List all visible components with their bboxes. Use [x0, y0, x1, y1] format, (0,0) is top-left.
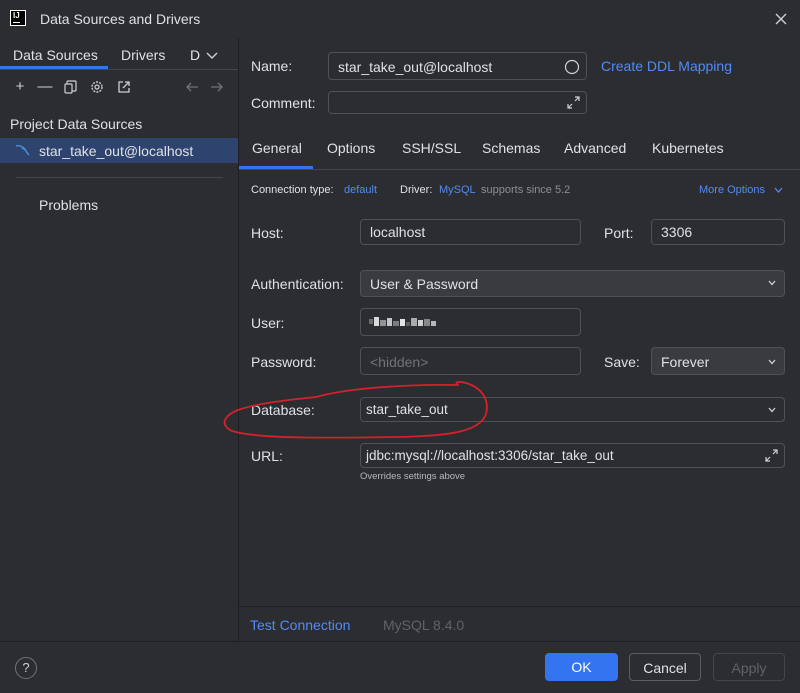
- url-input[interactable]: jdbc:mysql://localhost:3306/star_take_ou…: [360, 443, 785, 468]
- driver-value[interactable]: MySQL: [439, 184, 476, 196]
- comment-label: Comment:: [251, 95, 316, 111]
- authentication-select[interactable]: User & Password: [360, 270, 785, 297]
- name-input[interactable]: star_take_out@localhost: [328, 52, 587, 80]
- tab-advanced[interactable]: Advanced: [564, 140, 626, 156]
- comment-input[interactable]: [328, 91, 587, 114]
- database-label: Database:: [251, 402, 315, 418]
- back-arrow-icon[interactable]: [185, 81, 199, 93]
- driver-label: Driver:: [400, 184, 433, 196]
- user-label: User:: [251, 315, 285, 331]
- chevron-down-icon[interactable]: [774, 187, 783, 194]
- connection-type-value[interactable]: default: [344, 184, 377, 196]
- port-input[interactable]: 3306: [651, 219, 785, 245]
- server-version: MySQL 8.4.0: [383, 617, 465, 633]
- driver-note: supports since 5.2: [481, 184, 571, 196]
- tab-ssh-ssl[interactable]: SSH/SSL: [402, 140, 461, 156]
- url-label: URL:: [251, 448, 283, 464]
- save-select[interactable]: Forever: [651, 347, 785, 375]
- help-button[interactable]: ?: [15, 657, 37, 679]
- tab-drivers[interactable]: Drivers: [121, 47, 165, 63]
- redacted-username: [369, 317, 436, 326]
- host-label: Host:: [251, 225, 284, 241]
- create-ddl-mapping-link[interactable]: Create DDL Mapping: [601, 58, 732, 74]
- name-label: Name:: [251, 58, 293, 74]
- data-source-label: star_take_out@localhost: [39, 143, 194, 159]
- intellij-app-icon: IJ: [10, 10, 26, 26]
- host-input[interactable]: localhost: [360, 219, 581, 245]
- connection-type-label: Connection type:: [251, 184, 334, 196]
- forward-arrow-icon[interactable]: [210, 81, 224, 93]
- more-options-link[interactable]: More Options: [699, 184, 765, 196]
- user-input[interactable]: [360, 308, 581, 336]
- save-label: Save:: [604, 354, 640, 370]
- url-note: Overrides settings above: [360, 471, 466, 482]
- jump-to-icon[interactable]: [117, 80, 131, 94]
- project-data-sources-heading: Project Data Sources: [10, 116, 143, 132]
- password-label: Password:: [251, 354, 317, 370]
- problems-item[interactable]: Problems: [39, 197, 98, 213]
- tabs-divider: [239, 169, 800, 170]
- gear-icon[interactable]: [90, 80, 104, 94]
- ok-button[interactable]: OK: [545, 653, 618, 681]
- port-label: Port:: [604, 225, 634, 241]
- chevron-down-icon[interactable]: [206, 51, 218, 61]
- test-connection-link[interactable]: Test Connection: [250, 617, 350, 633]
- chevron-down-icon: [768, 280, 776, 286]
- apply-button[interactable]: Apply: [713, 653, 785, 681]
- tab-general[interactable]: General: [252, 140, 302, 156]
- tab-overflow[interactable]: D: [190, 47, 200, 63]
- password-input[interactable]: <hidden>: [360, 347, 581, 375]
- expand-icon[interactable]: [765, 449, 778, 462]
- remove-icon[interactable]: —: [36, 78, 54, 96]
- add-icon[interactable]: +: [11, 78, 29, 96]
- left-tabs-divider: [0, 69, 238, 70]
- color-circle-icon[interactable]: [564, 59, 580, 75]
- right-pane: [239, 38, 800, 641]
- left-list-divider: [16, 177, 223, 178]
- copy-icon[interactable]: [64, 80, 78, 94]
- authentication-label: Authentication:: [251, 276, 344, 292]
- tab-options[interactable]: Options: [327, 140, 375, 156]
- expand-icon[interactable]: [567, 96, 580, 109]
- mysql-dolphin-icon: [15, 145, 30, 156]
- tab-schemas[interactable]: Schemas: [482, 140, 540, 156]
- chevron-down-icon: [768, 359, 776, 365]
- tab-kubernetes[interactable]: Kubernetes: [652, 140, 724, 156]
- chevron-down-icon[interactable]: [768, 406, 776, 414]
- tab-data-sources[interactable]: Data Sources: [13, 47, 98, 63]
- database-combo[interactable]: star_take_out: [360, 397, 785, 422]
- cancel-button[interactable]: Cancel: [629, 653, 701, 681]
- close-icon[interactable]: [772, 10, 790, 28]
- window-title: Data Sources and Drivers: [40, 11, 201, 27]
